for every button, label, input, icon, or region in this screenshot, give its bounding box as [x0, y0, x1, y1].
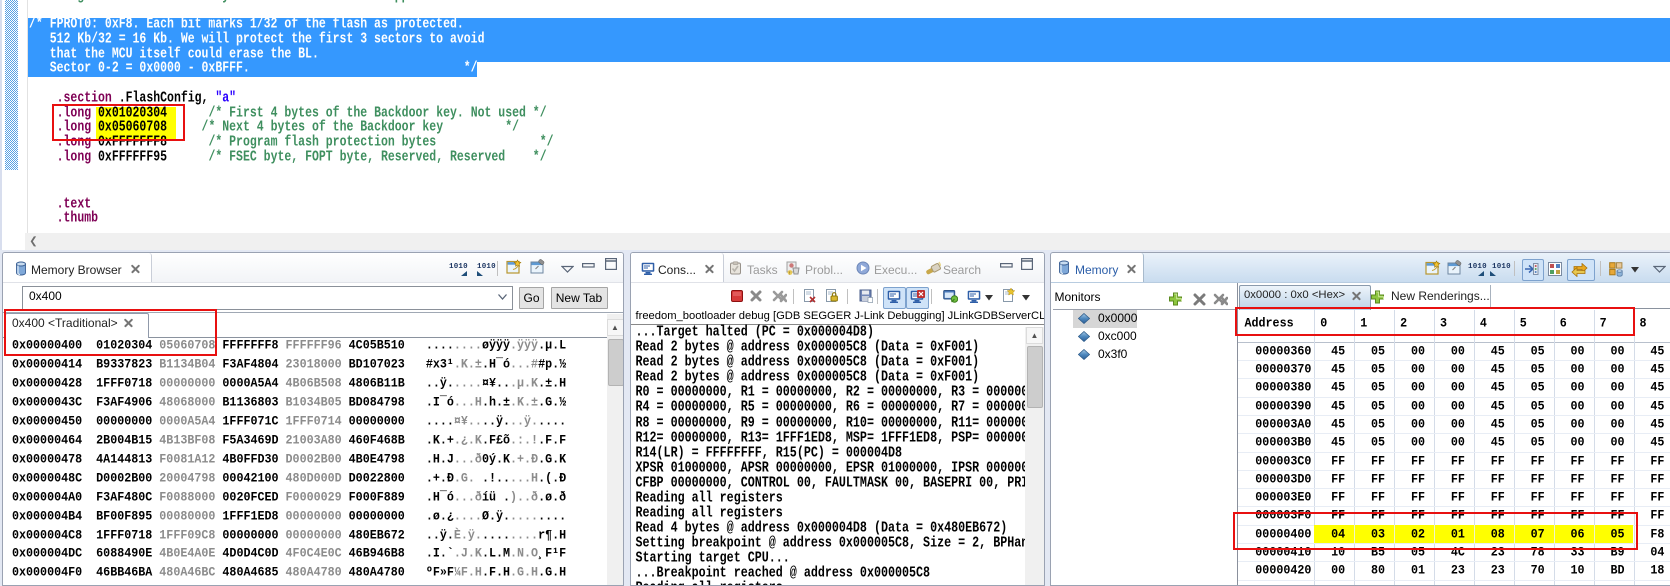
svg-text:!: !	[789, 270, 790, 275]
